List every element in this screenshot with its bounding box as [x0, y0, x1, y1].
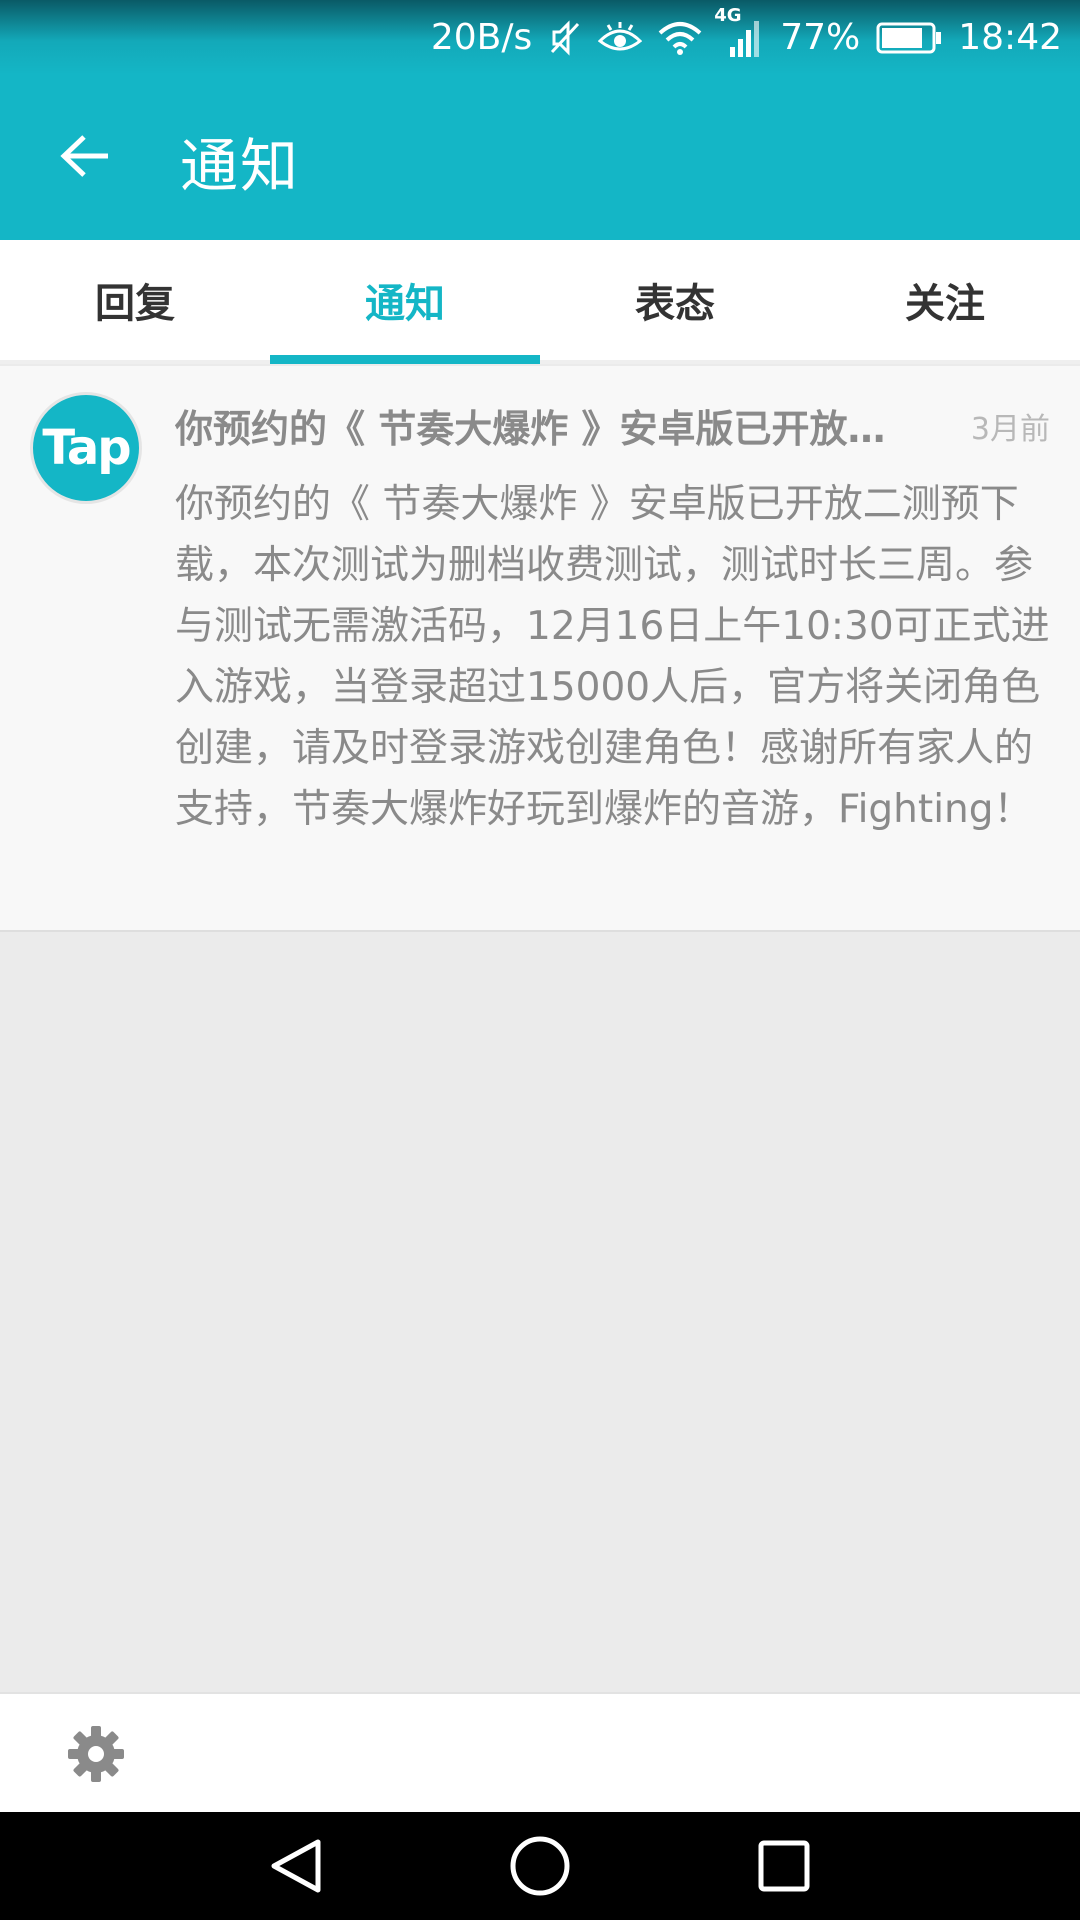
- gear-icon: [68, 1726, 124, 1782]
- notification-item[interactable]: Tap 你预约的《 节奏大爆炸 》安卓版已开放二测预下载 3月前 你预约的《 节…: [0, 366, 1080, 932]
- avatar: Tap: [30, 392, 142, 504]
- home-circle-icon: [510, 1836, 570, 1896]
- nav-recents-button[interactable]: [724, 1826, 844, 1906]
- nav-home-button[interactable]: [480, 1826, 600, 1906]
- recents-square-icon: [758, 1840, 810, 1892]
- notification-body: 你预约的《 节奏大爆炸 》安卓版已开放二测预下载，本次测试为删档收费测试，测试时…: [175, 482, 1050, 832]
- mute-icon: [548, 19, 582, 56]
- bottom-bar: [0, 1692, 1080, 1814]
- back-button[interactable]: [50, 121, 120, 191]
- system-nav-bar: [0, 1812, 1080, 1920]
- status-bar: 20B/s 4G 77% 18:42: [0, 0, 1080, 75]
- tab-follows[interactable]: 关注: [810, 240, 1080, 360]
- signal-icon: 4G: [714, 5, 764, 57]
- tab-notifications[interactable]: 通知: [270, 240, 540, 364]
- wifi-icon: [658, 21, 702, 55]
- network-speed: 20B/s: [430, 17, 533, 58]
- network-type: 4G: [714, 4, 742, 26]
- notification-time: 3月前: [970, 412, 1050, 447]
- page-title: 通知: [180, 132, 301, 200]
- battery-percent: 77%: [780, 17, 861, 58]
- tab-replies[interactable]: 回复: [0, 240, 270, 360]
- eye-icon: [598, 21, 643, 55]
- arrow-left-icon: [60, 135, 108, 177]
- back-triangle-icon: [271, 1839, 321, 1893]
- notification-title: 你预约的《 节奏大爆炸 》安卓版已开放二测预下载: [175, 407, 910, 451]
- screen: 20B/s 4G 77% 18:42 通知 回复 通知 表态 关注 Tap 你预…: [0, 0, 1080, 1920]
- settings-button[interactable]: [66, 1724, 126, 1784]
- clock: 18:42: [958, 17, 1062, 58]
- battery-icon: [876, 21, 942, 55]
- nav-back-button[interactable]: [236, 1826, 356, 1906]
- app-bar: 通知: [0, 75, 1080, 240]
- tab-reactions[interactable]: 表态: [540, 240, 810, 360]
- tab-bar: 回复 通知 表态 关注: [0, 240, 1080, 364]
